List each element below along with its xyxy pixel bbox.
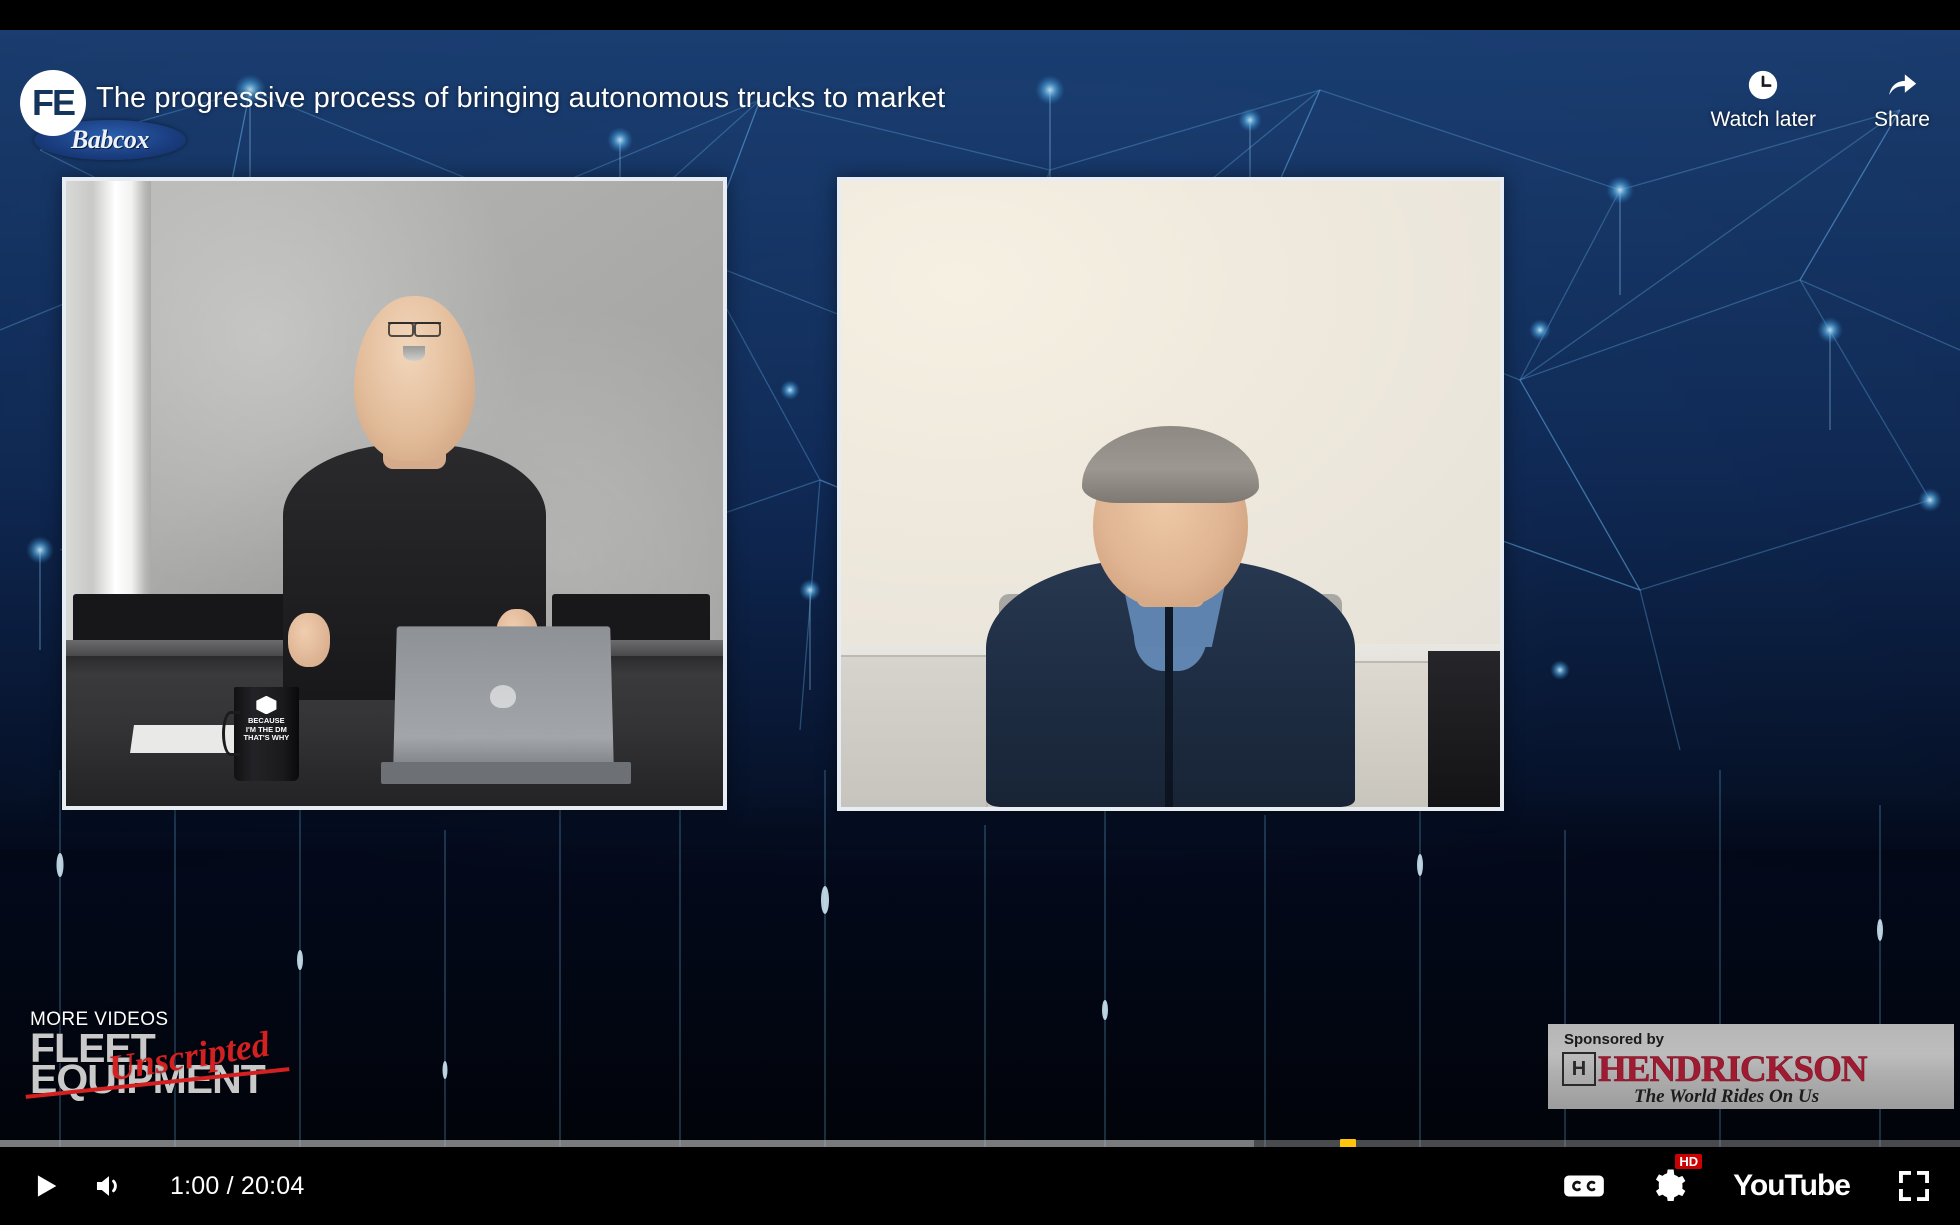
- host-scene: BECAUSE I'M THE DM THAT'S WHY: [66, 181, 723, 806]
- hd-quality-badge: HD: [1675, 1154, 1703, 1169]
- top-actions-group: Watch later Share: [1711, 68, 1930, 132]
- mug-line-3: THAT'S WHY: [243, 733, 290, 743]
- light-streaks-overlay: [56, 770, 1883, 1195]
- video-stage[interactable]: BECAUSE I'M THE DM THAT'S WHY FE Babcox …: [0, 30, 1960, 1195]
- captions-button[interactable]: [1563, 1171, 1605, 1201]
- sponsor-banner[interactable]: Sponsored by H HENDRICKSON The World Rid…: [1548, 1024, 1954, 1109]
- volume-icon: [96, 1176, 117, 1196]
- youtube-video-player[interactable]: BECAUSE I'M THE DM THAT'S WHY FE Babcox …: [0, 0, 1960, 1225]
- fleet-equipment-badge: FE: [20, 70, 86, 136]
- share-label: Share: [1873, 108, 1930, 131]
- fullscreen-icon: [1899, 1171, 1929, 1201]
- share-button[interactable]: Share: [1874, 68, 1930, 132]
- progress-bar[interactable]: [0, 1139, 1960, 1148]
- coffee-mug: BECAUSE I'M THE DM THAT'S WHY: [222, 687, 300, 781]
- watch-later-label: Watch later: [1710, 108, 1816, 131]
- host-video-pane: BECAUSE I'M THE DM THAT'S WHY: [62, 177, 727, 810]
- settings-button[interactable]: HD: [1651, 1154, 1703, 1204]
- youtube-watch-button[interactable]: YouTube: [1733, 1169, 1851, 1203]
- cc-icon: [1564, 1175, 1604, 1197]
- letterbox-top-band: [0, 0, 1960, 30]
- cabinet-left: [841, 654, 988, 807]
- guest-zipper: [1164, 574, 1174, 807]
- more-videos-overlay[interactable]: MORE VIDEOS FLEET EQUIPMENT Unscripted: [25, 1009, 290, 1100]
- controls-left-group: 1:00 / 20:04: [0, 1169, 304, 1203]
- time-display: 1:00 / 20:04: [170, 1171, 305, 1200]
- guest-hair: [1081, 426, 1260, 503]
- youtube-logo: YouTube: [1733, 1169, 1851, 1202]
- video-title[interactable]: The progressive process of bringing auto…: [96, 82, 945, 115]
- host-glasses: [387, 321, 441, 337]
- controls-right-group: HD YouTube: [1563, 1154, 1960, 1204]
- hendrickson-h-mark-icon: H: [1562, 1052, 1596, 1086]
- laptop: [392, 626, 614, 770]
- guest-video-pane: [837, 177, 1504, 811]
- mug-text: BECAUSE I'M THE DM THAT'S WHY: [236, 717, 296, 743]
- babcox-label: Babcox: [71, 125, 149, 154]
- share-arrow-icon: [1889, 74, 1917, 95]
- fullscreen-button[interactable]: [1896, 1168, 1932, 1204]
- progress-loaded: [0, 1140, 1255, 1147]
- host-left-hand: [288, 613, 331, 667]
- host-head: [353, 295, 475, 461]
- d20-die-icon: [256, 695, 277, 715]
- dark-appliance: [1427, 650, 1500, 807]
- play-button[interactable]: [28, 1169, 62, 1203]
- guest-person: [985, 406, 1355, 807]
- play-icon: [37, 1175, 57, 1197]
- clock-icon: [1749, 70, 1778, 100]
- sponsor-tagline: The World Rides On Us: [1634, 1086, 1820, 1107]
- sponsor-prefix: Sponsored by: [1564, 1031, 1665, 1048]
- sponsor-name: HENDRICKSON: [1598, 1049, 1868, 1091]
- watch-later-button[interactable]: Watch later: [1711, 68, 1816, 132]
- fleet-equipment-unscripted-logo: FLEET EQUIPMENT Unscripted: [25, 1024, 290, 1100]
- gear-icon: [1656, 1169, 1686, 1201]
- volume-button[interactable]: [90, 1169, 128, 1203]
- host-goatee: [403, 345, 426, 361]
- laptop-base: [381, 762, 632, 785]
- guest-scene: [841, 181, 1500, 807]
- control-bar: 1:00 / 20:04 HD YouTube: [0, 1147, 1960, 1225]
- fe-badge-label: FE: [31, 82, 76, 123]
